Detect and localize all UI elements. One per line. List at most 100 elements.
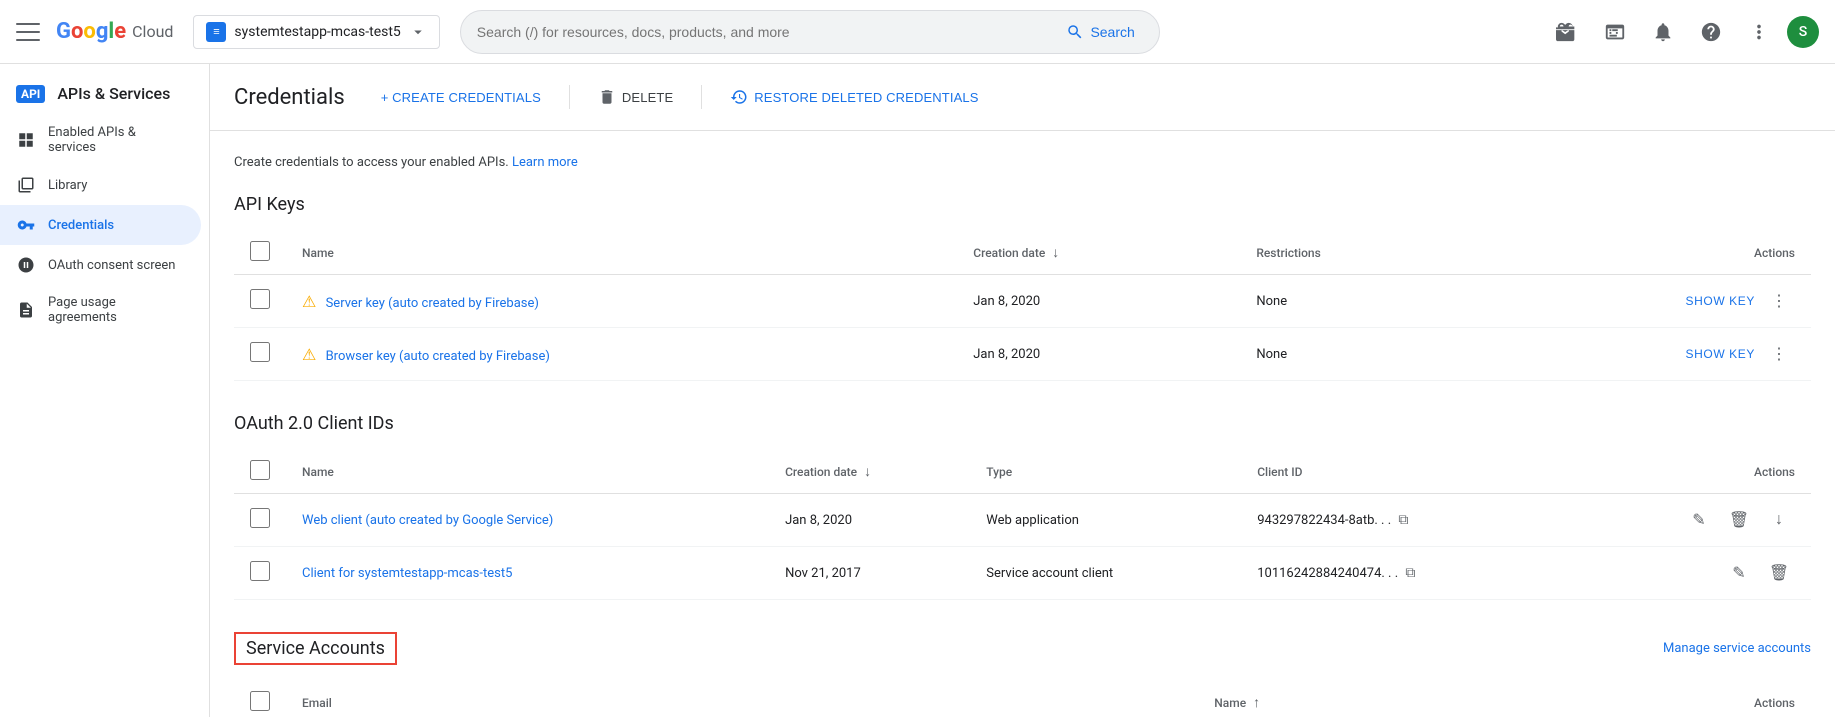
api-keys-title: API Keys — [234, 194, 1811, 215]
oauth-select-all[interactable] — [250, 460, 270, 480]
api-badge: API — [16, 85, 45, 103]
oauth-col-name: Name — [286, 450, 769, 494]
project-icon: ≡ — [206, 22, 226, 42]
warning-icon: ⚠ — [302, 292, 316, 311]
hamburger-menu[interactable] — [16, 20, 40, 44]
help-icon[interactable] — [1691, 12, 1731, 52]
search-button[interactable]: Search — [1058, 19, 1142, 45]
api-key-row1-date: Jan 8, 2020 — [957, 275, 1240, 328]
project-name: systemtestapp-mcas-test5 — [234, 24, 400, 40]
restore-icon — [730, 88, 748, 106]
oauth-col-clientid: Client ID — [1241, 450, 1565, 494]
sidebar-item-label: Credentials — [48, 218, 114, 233]
oauth-title: OAuth 2.0 Client IDs — [234, 413, 1811, 434]
oauth-section: OAuth 2.0 Client IDs Name Creation date … — [234, 413, 1811, 600]
oauth-row2-checkbox[interactable] — [250, 561, 270, 581]
sidebar-item-enabled-apis[interactable]: Enabled APIs & services — [0, 115, 201, 165]
logo-g-red: o — [71, 19, 83, 44]
manage-service-accounts-link[interactable]: Manage service accounts — [1663, 641, 1811, 656]
edit-icon-oauth-row2[interactable]: ✎ — [1723, 557, 1755, 589]
api-keys-select-all[interactable] — [250, 241, 270, 261]
oauth-row2-name[interactable]: Client for systemtestapp-mcas-test5 — [302, 566, 512, 581]
oauth-row1-checkbox[interactable] — [250, 508, 270, 528]
sort-arrow-icon3: ↑ — [1253, 695, 1260, 711]
more-vert-nav-icon[interactable] — [1739, 12, 1779, 52]
oauth-col-type: Type — [970, 450, 1241, 494]
gift-icon[interactable] — [1547, 12, 1587, 52]
content-area: Create credentials to access your enable… — [210, 131, 1835, 717]
sa-col-email: Email — [286, 681, 1198, 717]
download-icon-oauth-row1[interactable]: ↓ — [1763, 504, 1795, 536]
table-row: ⚠ Server key (auto created by Firebase) … — [234, 275, 1811, 328]
warning-icon: ⚠ — [302, 345, 316, 364]
sa-select-all[interactable] — [250, 691, 270, 711]
oauth-row1-name[interactable]: Web client (auto created by Google Servi… — [302, 513, 553, 528]
top-nav: Google Cloud ≡ systemtestapp-mcas-test5 … — [0, 0, 1835, 64]
service-accounts-section: Service Accounts Manage service accounts… — [234, 632, 1811, 717]
logo-g-red2: e — [114, 19, 126, 44]
more-vert-icon-row1[interactable]: ⋮ — [1763, 285, 1795, 317]
header-separator2 — [701, 85, 702, 109]
api-keys-col-name: Name — [286, 231, 957, 275]
api-keys-table: Name Creation date ↓ Restrictions Action… — [234, 231, 1811, 381]
restore-credentials-button[interactable]: RESTORE DELETED CREDENTIALS — [718, 80, 990, 114]
edit-icon-oauth-row1[interactable]: ✎ — [1683, 504, 1715, 536]
copy-icon[interactable]: ⧉ — [1398, 512, 1408, 528]
oauth-icon — [16, 255, 36, 275]
sidebar-item-page-usage[interactable]: Page usage agreements — [0, 285, 201, 335]
api-key-row1-checkbox[interactable] — [250, 289, 270, 309]
api-key-row2-checkbox[interactable] — [250, 342, 270, 362]
delete-label: DELETE — [622, 90, 673, 105]
oauth-row2-clientid: 10116242884240474. . . ⧉ — [1241, 547, 1565, 600]
delete-icon-oauth-row2[interactable]: 🗑 — [1763, 557, 1795, 589]
show-key-button-row2[interactable]: SHOW KEY — [1686, 347, 1755, 361]
api-key-row1-name[interactable]: Server key (auto created by Firebase) — [326, 296, 539, 311]
more-vert-icon-row2[interactable]: ⋮ — [1763, 338, 1795, 370]
show-key-button-row1[interactable]: SHOW KEY — [1686, 294, 1755, 308]
sidebar-item-library[interactable]: Library — [0, 165, 201, 205]
api-key-row1-restrictions: None — [1240, 275, 1471, 328]
learn-more-link[interactable]: Learn more — [512, 155, 578, 170]
search-input[interactable] — [477, 24, 1059, 40]
sidebar-item-label: OAuth consent screen — [48, 258, 175, 273]
avatar[interactable]: S — [1787, 16, 1819, 48]
delete-button[interactable]: DELETE — [586, 80, 685, 114]
sidebar-item-credentials[interactable]: Credentials — [0, 205, 201, 245]
api-key-row2-name[interactable]: Browser key (auto created by Firebase) — [326, 349, 550, 364]
sidebar: API APIs & Services Enabled APIs & servi… — [0, 64, 210, 717]
terminal-icon[interactable] — [1595, 12, 1635, 52]
oauth-table: Name Creation date ↓ Type Client ID Acti… — [234, 450, 1811, 600]
api-keys-col-date: Creation date ↓ — [957, 231, 1240, 275]
service-accounts-table: Email Name ↑ Actions systemtestapp-mcas-… — [234, 681, 1811, 717]
sidebar-item-label: Library — [48, 178, 87, 193]
sort-arrow-icon: ↓ — [1052, 245, 1059, 261]
service-accounts-title-box: Service Accounts — [234, 632, 397, 665]
library-icon — [16, 175, 36, 195]
delete-icon-oauth-row1[interactable]: 🗑 — [1723, 504, 1755, 536]
sa-col-name: Name ↑ — [1198, 681, 1623, 717]
header-separator — [569, 85, 570, 109]
copy-icon2[interactable]: ⧉ — [1405, 565, 1415, 581]
oauth-row1-type: Web application — [970, 494, 1241, 547]
delete-icon — [598, 88, 616, 106]
sidebar-item-oauth[interactable]: OAuth consent screen — [0, 245, 201, 285]
oauth-col-date: Creation date ↓ — [769, 450, 970, 494]
sidebar-item-label: Enabled APIs & services — [48, 125, 185, 155]
bell-icon[interactable] — [1643, 12, 1683, 52]
create-credentials-button[interactable]: + CREATE CREDENTIALS — [369, 82, 553, 113]
api-key-row2-date: Jan 8, 2020 — [957, 328, 1240, 381]
chevron-down-icon — [409, 23, 427, 41]
table-row: ⚠ Browser key (auto created by Firebase)… — [234, 328, 1811, 381]
oauth-row2-type: Service account client — [970, 547, 1241, 600]
sidebar-header: API APIs & Services — [0, 72, 209, 115]
sidebar-item-label: Page usage agreements — [48, 295, 185, 325]
search-label: Search — [1090, 24, 1134, 40]
sidebar-title: APIs & Services — [57, 84, 170, 103]
sort-arrow-icon2: ↓ — [864, 464, 871, 480]
project-selector[interactable]: ≡ systemtestapp-mcas-test5 — [193, 15, 439, 49]
service-accounts-header: Service Accounts Manage service accounts — [234, 632, 1811, 665]
oauth-col-actions: Actions — [1565, 450, 1811, 494]
service-accounts-title: Service Accounts — [246, 638, 385, 659]
nav-icons: S — [1547, 12, 1819, 52]
cloud-text: Cloud — [132, 22, 173, 41]
